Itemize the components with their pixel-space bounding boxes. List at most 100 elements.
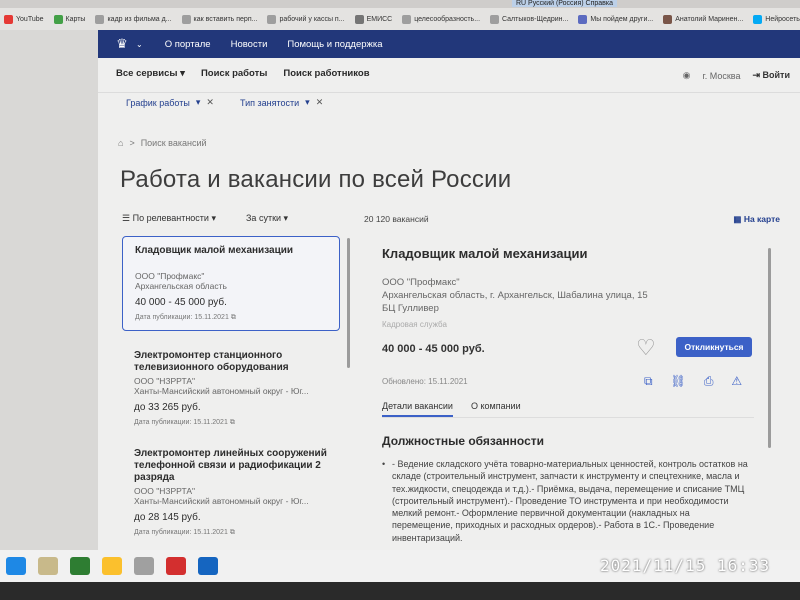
bookmark-label: ЕМИСС: [366, 15, 393, 23]
top-navigation: ♛ ⌄ О портале Новости Помощь и поддержка: [98, 30, 800, 58]
bookmark-label: Анатолий Маринен...: [675, 15, 744, 23]
external-link-icon[interactable]: ⧉: [231, 314, 236, 321]
nav-link-about[interactable]: О портале: [165, 39, 211, 50]
copy-link-icon[interactable]: ⛓: [671, 374, 686, 389]
chevron-down-icon[interactable]: ⌄: [136, 40, 143, 49]
nav-link-help[interactable]: Помощь и поддержка: [287, 39, 382, 50]
monitor-bezel: [0, 582, 800, 600]
bookmark-item[interactable]: Карты: [53, 14, 86, 24]
vacancy-card[interactable]: Электромонтер линейных сооружений телефо…: [122, 440, 340, 545]
bookmark-item[interactable]: рабочий у кассы п...: [267, 14, 345, 24]
nav-link-news[interactable]: Новости: [231, 39, 268, 50]
detail-org[interactable]: ООО "Профмакс": [382, 276, 648, 289]
home-icon[interactable]: ⌂: [118, 138, 123, 148]
all-services-menu[interactable]: Все сервисы ▾: [116, 68, 185, 79]
bookmark-label: Карты: [65, 15, 86, 23]
bookmark-item[interactable]: YouTube: [4, 14, 44, 24]
city-selector[interactable]: г. Москва: [703, 71, 741, 81]
bookmark-item[interactable]: кадр из фильма д...: [95, 14, 172, 24]
word-icon[interactable]: [198, 557, 218, 575]
filter-bar: График работы ▾ ✕ Тип занятости ▾ ✕: [98, 92, 800, 112]
vacancy-card[interactable]: Электромонтер станционного телевизионног…: [122, 342, 340, 435]
bookmark-label: рабочий у кассы п...: [279, 15, 345, 23]
camera-timestamp: 2021/11/15 16:33: [600, 556, 771, 575]
breadcrumb: ⌂ > Поиск вакансий: [118, 138, 207, 148]
detail-salary: 40 000 - 45 000 руб.: [382, 343, 485, 355]
bookmark-favicon-icon: [181, 14, 191, 24]
detail-address-line1: Архангельская область, г. Архангельск, Ш…: [382, 290, 648, 301]
duties-heading: Должностные обязанности: [382, 434, 544, 448]
caret-down-icon: ▾: [305, 97, 310, 107]
chrome-icon[interactable]: [102, 557, 122, 575]
tab-company[interactable]: О компании: [471, 401, 521, 417]
detail-scrollbar[interactable]: [768, 248, 771, 448]
list-scrollbar[interactable]: [347, 238, 350, 368]
external-link-icon[interactable]: ⧉: [230, 529, 235, 536]
bookmark-label: Салтыков-Щедрин...: [502, 15, 569, 23]
filter-chip-employment[interactable]: Тип занятости ▾ ✕: [240, 97, 323, 108]
close-icon[interactable]: ✕: [206, 97, 214, 108]
filter-chip-schedule[interactable]: График работы ▾ ✕: [126, 97, 214, 108]
vacancy-region: Ханты-Мансийский автономный округ - Юг..…: [134, 386, 309, 396]
bookmark-label: как вставить перп...: [193, 15, 258, 23]
vacancy-title[interactable]: Электромонтер станционного телевизионног…: [134, 350, 328, 374]
breadcrumb-current[interactable]: Поиск вакансий: [141, 138, 207, 148]
bookmark-favicon-icon: [402, 14, 412, 24]
bookmark-item[interactable]: Нейросеть: [753, 14, 800, 24]
detail-tabs: Детали вакансии О компании: [382, 401, 521, 417]
external-link-icon[interactable]: ⧉: [230, 419, 235, 426]
bookmark-favicon-icon: [53, 14, 63, 24]
bookmark-item[interactable]: как вставить перп...: [181, 14, 258, 24]
acrobat-icon[interactable]: [166, 557, 186, 575]
favorite-heart-icon[interactable]: ♡: [636, 335, 656, 361]
tab-details[interactable]: Детали вакансии: [382, 401, 453, 417]
tabs-divider: [382, 417, 754, 418]
bookmark-favicon-icon: [490, 14, 500, 24]
accessibility-eye-icon[interactable]: ◉: [683, 70, 691, 81]
detail-org-address: ООО "Профмакс" Архангельская область, г.…: [382, 276, 648, 315]
apply-button[interactable]: Откликнуться: [676, 337, 752, 357]
media-player-icon[interactable]: [134, 557, 154, 575]
bookmark-label: Мы пойдем други...: [590, 15, 654, 23]
vacancy-org: ООО "НЗРРТА": [134, 486, 196, 496]
login-button[interactable]: ⇥ Войти: [752, 70, 790, 81]
bookmark-item[interactable]: целесообразность...: [402, 14, 481, 24]
report-warning-icon[interactable]: ⚠: [731, 374, 742, 389]
bookmark-item[interactable]: Салтыков-Щедрин...: [490, 14, 569, 24]
vacancy-title[interactable]: Кладовщик малой механизации: [135, 245, 327, 257]
sort-icon: ☰: [122, 213, 131, 223]
duties-text: - Ведение складского учёта товарно-матер…: [382, 458, 750, 544]
sort-bar: ☰ По релевантности ▾ За сутки ▾: [122, 213, 288, 224]
caret-down-icon: ▾: [195, 97, 201, 107]
sort-relevance[interactable]: ☰ По релевантности ▾: [122, 213, 216, 224]
vacancy-card[interactable]: Кладовщик малой механизации ООО "Профмак…: [122, 236, 340, 331]
close-icon[interactable]: ✕: [316, 97, 324, 108]
detail-updated: Обновлено: 15.11.2021: [382, 377, 468, 386]
vacancy-date: Дата публикации: 15.11.2021 ⧉: [134, 529, 235, 536]
internet-explorer-icon[interactable]: [6, 557, 26, 575]
vacancy-title[interactable]: Электромонтер линейных сооружений телефо…: [134, 448, 328, 484]
vacancy-date: Дата публикации: 15.11.2021 ⧉: [135, 314, 236, 321]
bookmark-favicon-icon: [753, 14, 763, 24]
detail-title: Кладовщик малой механизации: [382, 246, 588, 261]
results-count: 20 120 вакансий: [364, 214, 429, 224]
vacancy-region: Архангельская область: [135, 281, 227, 291]
explorer-icon[interactable]: [38, 557, 58, 575]
job-search-link[interactable]: Поиск работы: [201, 68, 267, 79]
vacancy-salary: до 28 145 руб.: [134, 512, 201, 523]
caret-down-icon: ▾: [283, 213, 289, 223]
map-link[interactable]: ▦ На карте: [733, 214, 780, 225]
bookmark-favicon-icon: [267, 14, 277, 24]
bookmark-favicon-icon: [4, 14, 13, 24]
open-external-icon[interactable]: ⧉: [644, 374, 653, 389]
bookmark-item[interactable]: ЕМИСС: [354, 14, 393, 24]
gov-crest-icon[interactable]: ♛: [114, 36, 130, 52]
bookmark-item[interactable]: Анатолий Маринен...: [663, 14, 744, 24]
print-icon[interactable]: ⎙: [704, 374, 714, 389]
sort-period[interactable]: За сутки ▾: [246, 213, 288, 224]
bookmark-item[interactable]: Мы пойдем други...: [578, 14, 654, 24]
vacancy-org: ООО "Профмакс": [135, 271, 205, 281]
excel-icon[interactable]: [70, 557, 90, 575]
bookmark-label: целесообразность...: [414, 15, 481, 23]
employee-search-link[interactable]: Поиск работников: [283, 68, 369, 79]
